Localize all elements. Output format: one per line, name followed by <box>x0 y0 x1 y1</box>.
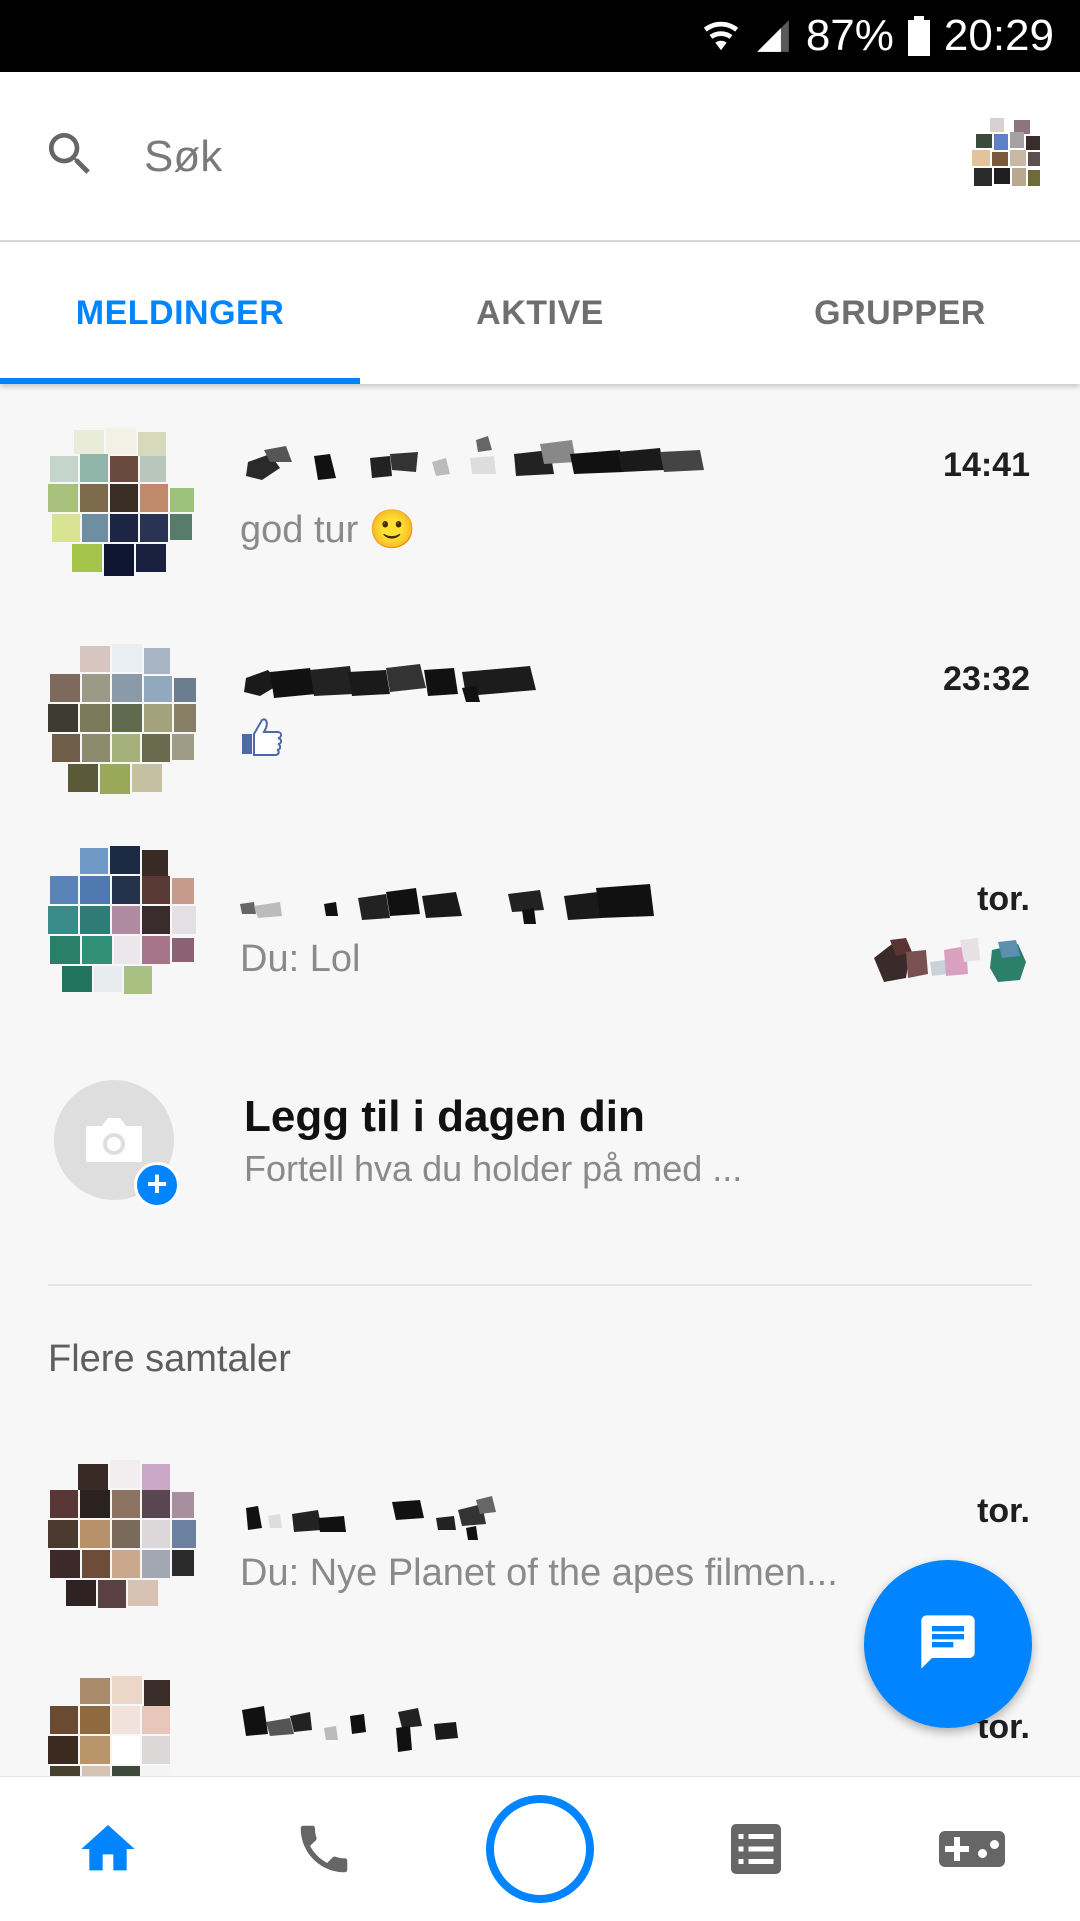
divider <box>48 1284 1032 1286</box>
search-input[interactable]: Søk <box>144 132 222 182</box>
thumbs-up-icon <box>240 714 284 768</box>
list-icon[interactable] <box>648 1777 864 1921</box>
camera-capture-button[interactable] <box>432 1777 648 1921</box>
message-snippet: Du: Nye Planet of the apes filmen... <box>240 1552 838 1594</box>
search-header: Søk <box>0 72 1080 242</box>
tab-groups[interactable]: GRUPPER <box>720 242 1080 384</box>
add-to-day-subtitle: Fortell hva du holder på med ... <box>244 1148 743 1189</box>
avatar <box>48 644 196 794</box>
avatar <box>48 846 196 994</box>
add-to-day-title[interactable]: Legg til i dagen din <box>244 1092 645 1142</box>
message-time: tor. <box>977 880 1030 918</box>
status-bar: 87% 20:29 <box>0 0 1080 72</box>
tab-bar: MELDINGER AKTIVE GRUPPER <box>0 242 1080 384</box>
wifi-icon <box>702 17 740 55</box>
more-conversations-header: Flere samtaler <box>48 1338 291 1380</box>
clock: 20:29 <box>943 11 1054 60</box>
seen-by-avatars <box>874 938 1026 982</box>
tab-messages[interactable]: MELDINGER <box>0 242 360 384</box>
contact-name-redacted <box>246 436 704 480</box>
message-time: 14:41 <box>943 446 1030 484</box>
contact-name-redacted <box>244 664 536 702</box>
phone-icon[interactable] <box>216 1777 432 1921</box>
new-message-icon <box>916 1610 980 1679</box>
avatar <box>48 428 194 576</box>
contact-name-redacted <box>246 1496 496 1540</box>
bottom-navigation <box>0 1776 1080 1921</box>
games-icon[interactable] <box>864 1777 1080 1921</box>
message-snippet: Du: Lol <box>240 938 361 980</box>
conversation-row[interactable]: 23:32 <box>0 628 1080 828</box>
active-tab-indicator <box>0 378 360 384</box>
contact-name-redacted <box>242 1706 458 1752</box>
conversation-row[interactable]: 14:41 god tur 🙂 <box>0 412 1080 612</box>
conversation-row[interactable]: tor. Du: Lol <box>0 844 1080 1044</box>
tab-active[interactable]: AKTIVE <box>360 242 720 384</box>
contact-name-redacted <box>240 884 654 924</box>
signal-icon <box>754 17 792 55</box>
search-icon[interactable] <box>42 126 98 187</box>
battery-icon <box>907 16 930 56</box>
avatar <box>48 1460 196 1608</box>
message-time: 23:32 <box>943 660 1030 698</box>
camera-icon <box>84 1114 144 1171</box>
message-time: tor. <box>977 1492 1030 1530</box>
home-icon[interactable] <box>0 1777 216 1921</box>
plus-icon: + <box>134 1162 180 1208</box>
battery-percent: 87% <box>805 11 894 60</box>
profile-avatar[interactable] <box>970 116 1042 194</box>
new-message-button[interactable] <box>864 1560 1032 1728</box>
message-snippet: god tur 🙂 <box>240 509 417 551</box>
